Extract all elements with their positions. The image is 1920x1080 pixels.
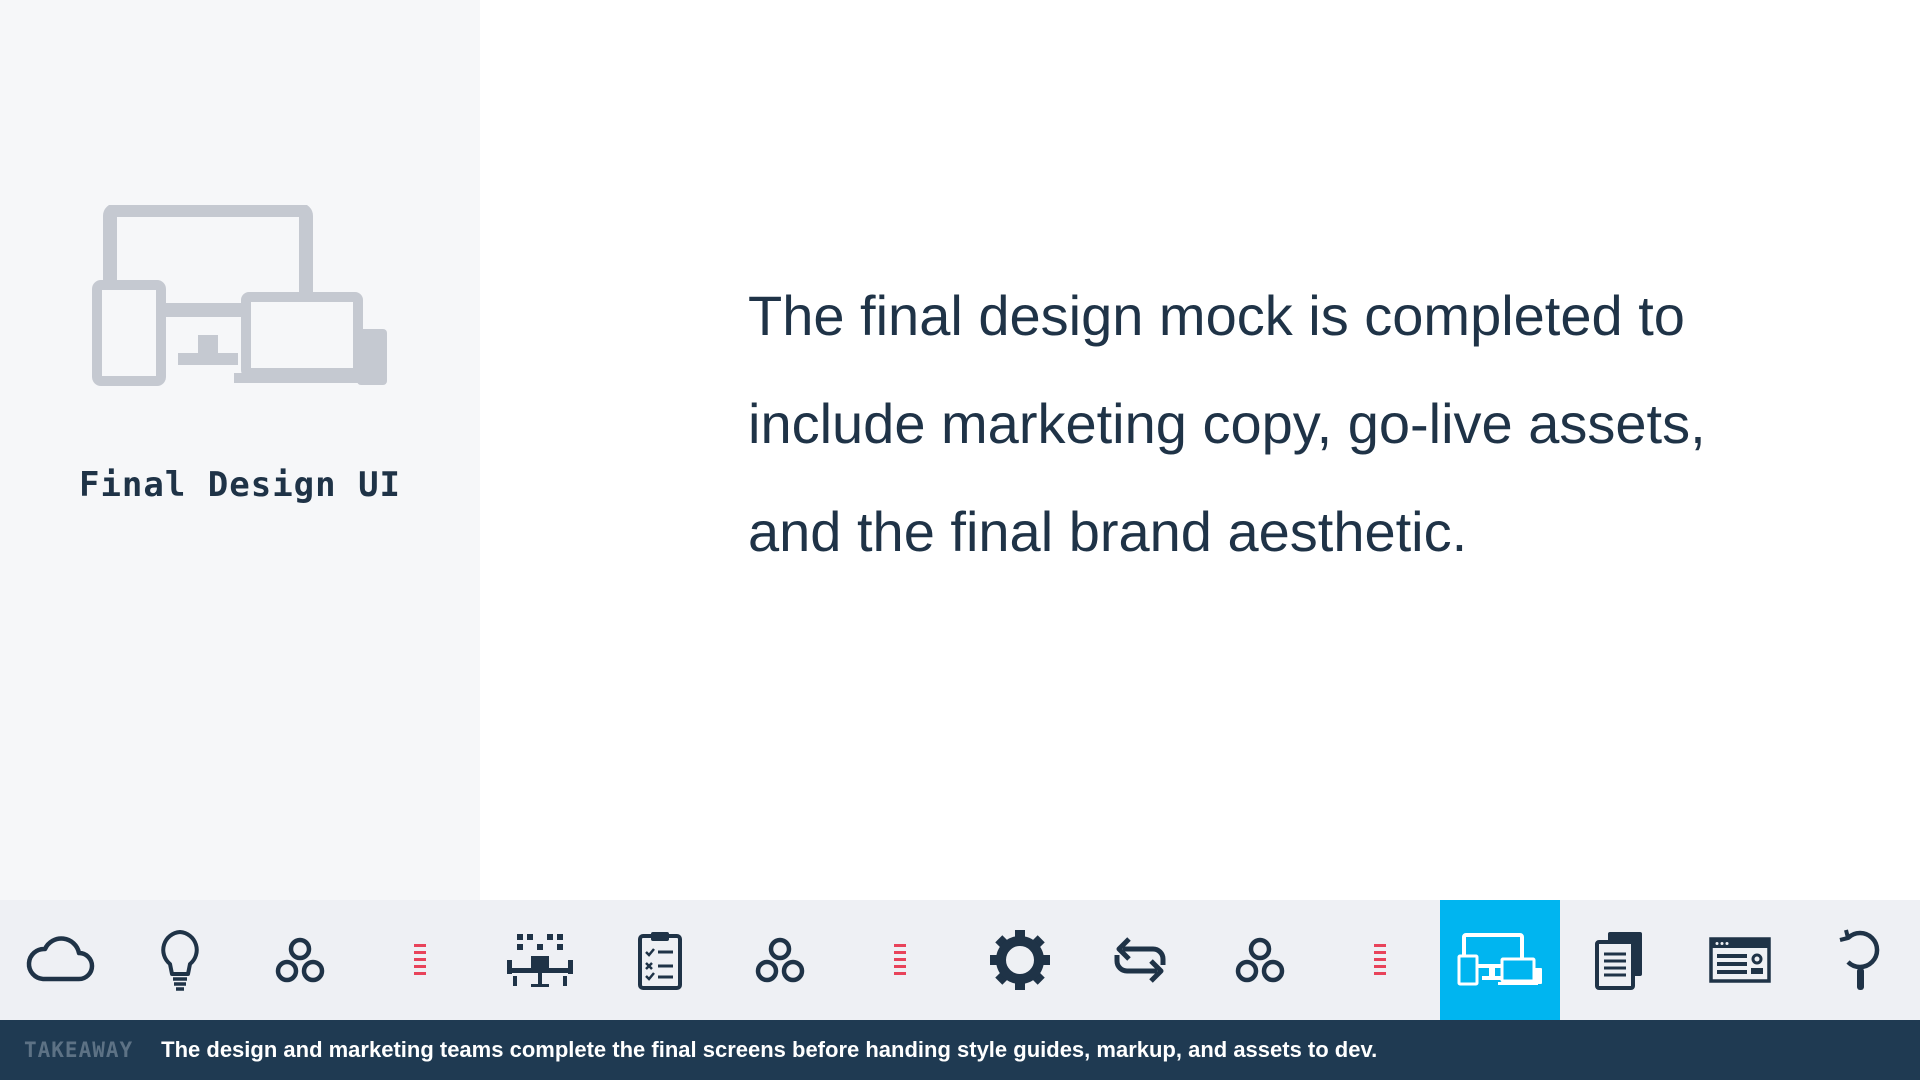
takeaway-bar: TAKEAWAY The design and marketing teams … xyxy=(0,1020,1920,1080)
tool-browser[interactable] xyxy=(1680,900,1800,1020)
three-circles-icon xyxy=(275,937,325,983)
three-circles-icon xyxy=(1235,937,1285,983)
cloud-icon xyxy=(26,936,95,982)
magnifier-icon xyxy=(1839,929,1880,990)
tool-meeting[interactable] xyxy=(480,900,600,1020)
tool-separator xyxy=(840,900,960,1020)
left-panel: Final Design UI xyxy=(0,0,480,900)
repeat-icon xyxy=(1114,937,1166,983)
main-description: The final design mock is completed to in… xyxy=(748,262,1748,586)
description-line: include marketing copy, go-live assets, xyxy=(748,392,1706,455)
tool-iterate[interactable] xyxy=(1080,900,1200,1020)
tool-final-design[interactable] xyxy=(1440,900,1560,1020)
devices-icon xyxy=(92,205,387,386)
tool-review[interactable] xyxy=(1800,900,1920,1020)
tool-checklist[interactable] xyxy=(600,900,720,1020)
process-toolbar xyxy=(0,900,1920,1020)
section-title: Final Design UI xyxy=(78,465,402,505)
documents-icon xyxy=(1595,932,1642,990)
tool-settings[interactable] xyxy=(960,900,1080,1020)
takeaway-text: The design and marketing teams complete … xyxy=(161,1037,1378,1062)
separator-dots-icon xyxy=(1374,944,1386,975)
devices-icon xyxy=(1457,933,1542,986)
tool-collaborate[interactable] xyxy=(720,900,840,1020)
separator-dots-icon xyxy=(894,944,906,975)
takeaway-label: TAKEAWAY xyxy=(24,1038,134,1062)
tool-collaborate[interactable] xyxy=(240,900,360,1020)
separator-dots-icon xyxy=(414,944,426,975)
tool-documentation[interactable] xyxy=(1560,900,1680,1020)
lightbulb-icon xyxy=(161,930,199,991)
tool-separator xyxy=(360,900,480,1020)
description-line: and the final brand aesthetic. xyxy=(748,500,1468,563)
tool-idea[interactable] xyxy=(120,900,240,1020)
description-line: The final design mock is completed to xyxy=(748,284,1685,347)
clipboard-checklist-icon xyxy=(638,932,682,990)
three-circles-icon xyxy=(755,937,805,983)
tool-separator xyxy=(1320,900,1440,1020)
tool-collaborate[interactable] xyxy=(1200,900,1320,1020)
gear-icon xyxy=(990,930,1050,990)
browser-window-icon xyxy=(1709,937,1771,983)
team-meeting-icon xyxy=(507,934,573,987)
tool-cloud[interactable] xyxy=(0,900,120,1020)
